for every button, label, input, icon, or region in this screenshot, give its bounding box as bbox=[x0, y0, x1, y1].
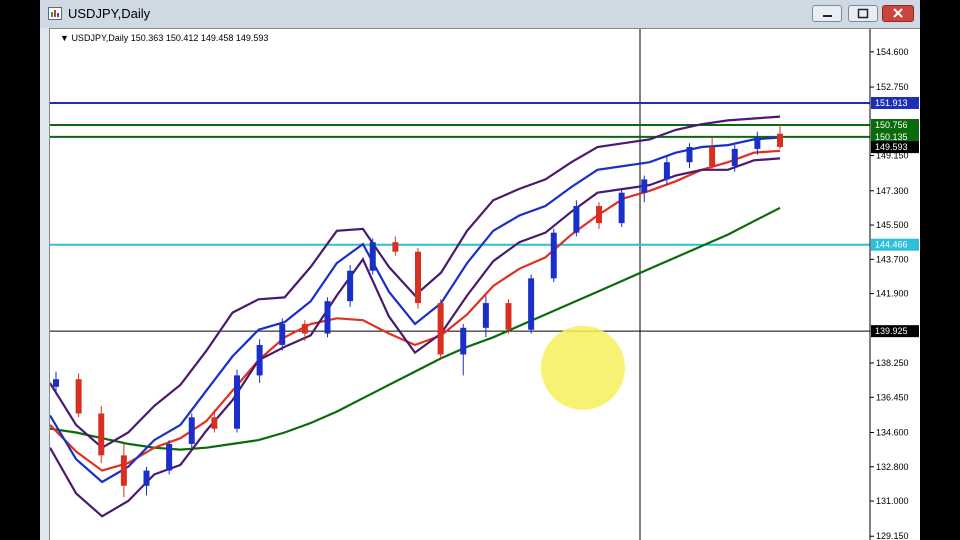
candle-body bbox=[437, 303, 444, 355]
price-level-label: 150.135 bbox=[875, 132, 908, 142]
price-level-label: 144.466 bbox=[875, 240, 908, 250]
candle-body bbox=[234, 375, 240, 429]
highlight-circle bbox=[541, 325, 625, 410]
window-title: USDJPY,Daily bbox=[68, 6, 151, 21]
minimize-button[interactable] bbox=[812, 5, 842, 22]
price-level-label: 139.925 bbox=[875, 326, 908, 336]
price-tick-label: 136.450 bbox=[876, 392, 909, 402]
candle-body bbox=[528, 278, 535, 330]
price-tick-label: 129.150 bbox=[876, 531, 909, 540]
candle-body bbox=[415, 251, 421, 304]
candle-body bbox=[641, 179, 648, 193]
price-tick-label: 147.300 bbox=[876, 186, 909, 196]
candle-body bbox=[618, 192, 625, 224]
candle-body bbox=[550, 232, 557, 279]
chart-area[interactable]: 154.600 152.750 149.150 147.300 145.500 143.7… bbox=[49, 28, 920, 540]
restore-button[interactable] bbox=[848, 5, 878, 22]
candle-body bbox=[211, 417, 218, 429]
price-tick-label: 134.600 bbox=[876, 428, 909, 438]
candle-body bbox=[279, 324, 286, 345]
price-tick-label: 138.250 bbox=[876, 358, 909, 368]
close-button[interactable] bbox=[882, 5, 914, 22]
price-tick-label: 143.700 bbox=[876, 254, 909, 264]
price-level-label: 149.593 bbox=[875, 142, 908, 152]
candle-body bbox=[392, 242, 399, 252]
candle-body bbox=[596, 206, 602, 224]
candle-body bbox=[347, 270, 354, 302]
candle-body bbox=[98, 413, 105, 456]
candle-body bbox=[143, 470, 150, 486]
close-icon bbox=[893, 8, 903, 18]
price-tick-label: 154.600 bbox=[876, 47, 909, 57]
price-chart[interactable]: 154.600152.750149.150147.300145.500143.7… bbox=[50, 29, 920, 540]
candle-body bbox=[731, 148, 738, 167]
candle-body bbox=[482, 303, 489, 328]
title-bar: USDJPY,Daily bbox=[40, 0, 920, 28]
chart-icon bbox=[48, 7, 62, 20]
candle-body bbox=[709, 147, 716, 167]
indicator-line bbox=[50, 157, 781, 518]
chart-header: ▼ USDJPY,Daily 150.363 150.412 149.458 1… bbox=[60, 33, 268, 43]
price-level-label: 151.913 bbox=[875, 98, 908, 108]
candle-body bbox=[369, 242, 376, 271]
candle-body bbox=[301, 324, 308, 334]
candle-body bbox=[188, 417, 195, 444]
price-tick-label: 145.500 bbox=[876, 220, 909, 230]
price-tick-label: 141.900 bbox=[876, 289, 909, 299]
indicator-line bbox=[50, 149, 781, 472]
chart-window: USDJPY,Daily 154.600 152.750 149.150 147.30… bbox=[40, 0, 920, 540]
candle-body bbox=[166, 443, 173, 471]
indicator-line bbox=[50, 136, 781, 484]
price-level-label: 150.756 bbox=[875, 120, 908, 130]
candle-body bbox=[777, 133, 783, 148]
candle-body bbox=[505, 303, 512, 330]
symbol-ohlc-label: USDJPY,Daily 150.363 150.412 149.458 149… bbox=[71, 33, 269, 43]
candle-body bbox=[663, 162, 670, 180]
candle-body bbox=[256, 344, 263, 376]
candle-body bbox=[754, 137, 761, 149]
candle-body bbox=[120, 455, 127, 486]
candle-body bbox=[573, 206, 580, 233]
price-tick-label: 132.800 bbox=[876, 462, 909, 472]
restore-icon bbox=[857, 8, 869, 19]
candle-body bbox=[460, 327, 467, 355]
dropdown-arrow-icon[interactable]: ▼ bbox=[60, 33, 69, 43]
price-tick-label: 152.750 bbox=[876, 82, 909, 92]
candle-body bbox=[75, 379, 82, 414]
price-tick-label: 131.000 bbox=[876, 496, 909, 506]
minimize-icon bbox=[823, 15, 832, 17]
candle-body bbox=[686, 147, 693, 163]
candle-body bbox=[324, 301, 331, 334]
candle-body bbox=[53, 379, 59, 387]
